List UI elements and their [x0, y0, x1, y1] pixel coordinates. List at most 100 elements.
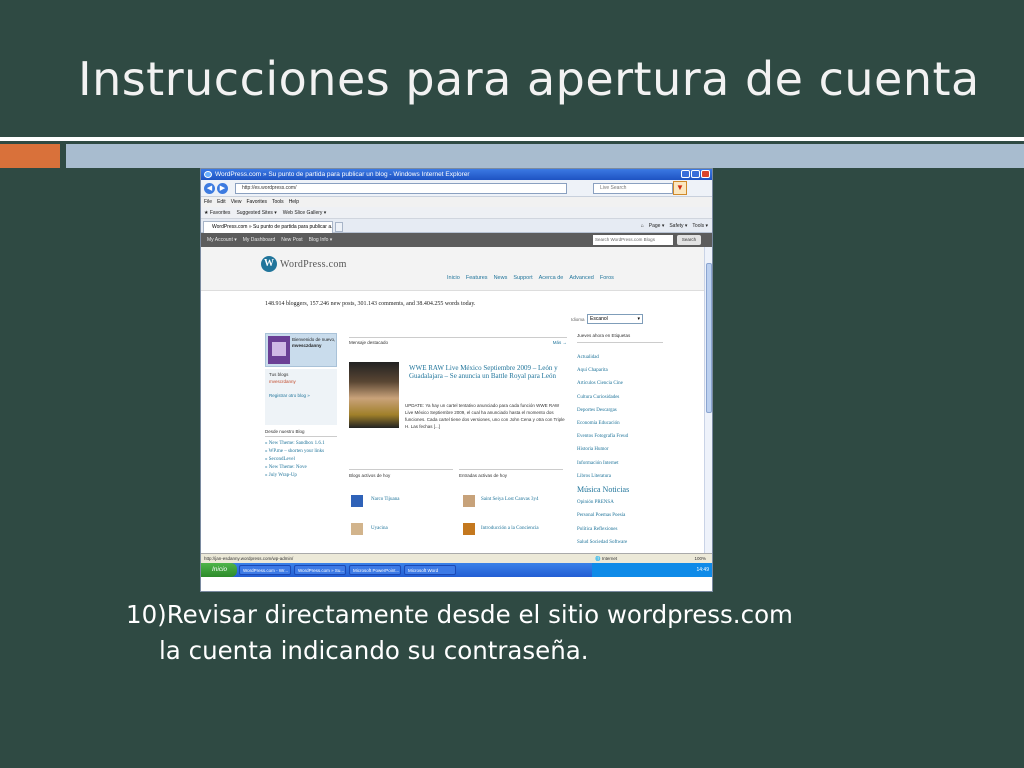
close-icon[interactable]: [701, 170, 710, 178]
wp-my-dashboard[interactable]: My Dashboard: [243, 233, 276, 247]
wp-my-account[interactable]: My Account ▾: [207, 233, 237, 247]
menu-help[interactable]: Help: [289, 197, 299, 207]
tus-blogs-box: Tus blogs mvescrdanny Registrar otro blo…: [265, 369, 337, 425]
browser-titlebar: WordPress.com » Su punto de partida para…: [201, 169, 712, 180]
tag-line[interactable]: Personal Poemas Poesía: [577, 509, 663, 522]
start-button[interactable]: Inicio: [201, 563, 237, 577]
favorites-bar: ★ Favorites Suggested Sites ▾ Web Slice …: [201, 207, 712, 219]
wp-nav-news[interactable]: News: [494, 275, 508, 281]
avatar[interactable]: [268, 336, 290, 364]
tus-blogs-label: Tus blogs: [269, 372, 289, 377]
featured-excerpt: UPDATE: Ya hay un cartel tentativo anunc…: [405, 403, 565, 429]
wp-nav-acerca[interactable]: Acerca de: [539, 275, 564, 281]
favorites-button[interactable]: ★ Favorites: [204, 207, 230, 218]
entry-thumbnail[interactable]: [463, 495, 475, 507]
browser-tab[interactable]: WordPress.com » Su punto de partida para…: [203, 221, 333, 233]
new-tab-button[interactable]: [335, 222, 343, 232]
list-item[interactable]: » New Theme: Sandbox 1.6.1: [265, 440, 337, 448]
browser-screenshot: WordPress.com » Su punto de partida para…: [200, 168, 713, 592]
chevron-down-icon: ▾: [637, 316, 640, 322]
taskbar-item[interactable]: Microsoft PowerPoint...: [349, 565, 401, 575]
tag-line[interactable]: Aquí Chaparita: [577, 364, 663, 377]
tag-line[interactable]: Salud Sociedad Software: [577, 536, 663, 549]
taskbar-item[interactable]: WordPress.com - Wr...: [239, 565, 291, 575]
minimize-icon[interactable]: [681, 170, 690, 178]
featured-image[interactable]: [349, 362, 399, 428]
suggested-sites[interactable]: Suggested Sites ▾: [236, 207, 276, 218]
step-line-2: la cuenta indicando su contraseña.: [159, 636, 589, 665]
wp-search-input[interactable]: Search WordPress.com Blogs: [593, 235, 673, 245]
clock: 14:49: [696, 567, 709, 573]
tag-line[interactable]: Actualidad: [577, 351, 663, 364]
list-item[interactable]: » July Wrap-Up: [265, 472, 337, 480]
live-search-input[interactable]: Live Search: [593, 183, 673, 194]
tag-line[interactable]: Deportes Descargas: [577, 404, 663, 417]
maximize-icon[interactable]: [691, 170, 700, 178]
wp-blog-info[interactable]: Blog Info ▾: [309, 233, 333, 247]
wp-admin-bar: My Account ▾ My Dashboard New Post Blog …: [201, 233, 712, 247]
list-item[interactable]: » New Theme: Nove: [265, 464, 337, 472]
tag-line[interactable]: Libros Literatura: [577, 470, 663, 483]
tag-cloud: Actualidad Aquí Chaparita Artículos Cien…: [577, 351, 663, 549]
page-menu[interactable]: Page ▾: [649, 219, 665, 233]
menu-view[interactable]: View: [231, 197, 242, 207]
wordpress-logo-text[interactable]: WordPress.com: [280, 259, 347, 270]
tag-line[interactable]: Economía Educación: [577, 417, 663, 430]
wp-nav-features[interactable]: Features: [466, 275, 488, 281]
menu-edit[interactable]: Edit: [217, 197, 226, 207]
tag-line[interactable]: Opinión PRENSA: [577, 496, 663, 509]
tag-line[interactable]: Artículos Ciencia Cine: [577, 377, 663, 390]
step-line-1: 10)Revisar directamente desde el sitio w…: [126, 600, 793, 629]
web-slice-gallery[interactable]: Web Slice Gallery ▾: [283, 207, 327, 218]
wp-search-button[interactable]: Search: [677, 235, 701, 245]
tag-line[interactable]: Cultura Curiosidades: [577, 391, 663, 404]
blog-link[interactable]: mvescrdanny: [269, 378, 333, 385]
tag-line[interactable]: Información Internet: [577, 457, 663, 470]
idioma-select[interactable]: Escanol ▾: [587, 314, 643, 324]
blog-activo-item[interactable]: Uyacina: [371, 526, 388, 531]
username[interactable]: mvesczdanny: [292, 343, 322, 348]
more-link[interactable]: Más →: [553, 340, 567, 345]
safety-menu[interactable]: Safety ▾: [669, 219, 687, 233]
tag-line[interactable]: Historia Humor: [577, 443, 663, 456]
wp-new-post[interactable]: New Post: [281, 233, 302, 247]
tag-line[interactable]: Música Noticias: [577, 483, 663, 496]
register-blog-link[interactable]: Registrar otro blog »: [269, 392, 333, 399]
menu-file[interactable]: File: [204, 197, 212, 207]
wp-nav-advanced[interactable]: Advanced: [569, 275, 593, 281]
forward-arrow-icon[interactable]: ▶: [217, 183, 228, 194]
back-arrow-icon[interactable]: ◀: [204, 183, 215, 194]
taskbar-item[interactable]: WordPress.com » Su...: [294, 565, 346, 575]
tag-line[interactable]: Política Reflexiones: [577, 523, 663, 536]
tools-menu[interactable]: Tools ▾: [692, 219, 708, 233]
greeting: Bienvenido de nuevo,: [292, 337, 336, 342]
blog-thumbnail[interactable]: [351, 523, 363, 535]
wordpress-logo-icon[interactable]: W: [261, 256, 277, 272]
tag-line[interactable]: Eventos Fotografía Freud: [577, 430, 663, 443]
windows-taskbar: Inicio WordPress.com - Wr... WordPress.c…: [201, 563, 712, 577]
ie-icon: [204, 171, 212, 178]
list-item[interactable]: » WP.me – shorten your links: [265, 448, 337, 456]
wp-nav-support[interactable]: Support: [513, 275, 532, 281]
list-item[interactable]: » SecondLevel: [265, 456, 337, 464]
menu-favorites[interactable]: Favorites: [246, 197, 267, 207]
address-bar[interactable]: http://es.wordpress.com/: [235, 183, 567, 194]
wp-nav-inicio[interactable]: Inicio: [447, 275, 460, 281]
wp-nav-foros[interactable]: Foros: [600, 275, 614, 281]
blog-thumbnail[interactable]: [351, 495, 363, 507]
entry-thumbnail[interactable]: [463, 523, 475, 535]
taskbar-item[interactable]: Microsoft Word: [404, 565, 456, 575]
entrada-activa-item[interactable]: Saint Seiya Lost Canvas 3y4: [481, 497, 539, 502]
divider-line: [0, 137, 1024, 141]
entrada-activa-item[interactable]: Introducción a la Conciencia: [481, 526, 539, 531]
vertical-scrollbar[interactable]: [704, 247, 712, 553]
wp-stats: 148.914 bloggers, 157.246 new posts, 301…: [265, 301, 476, 307]
featured-label: Mensaje destacado Más →: [349, 340, 567, 345]
featured-title[interactable]: WWE RAW Live México Septiembre 2009 – Le…: [409, 364, 565, 380]
wp-nav: Inicio Features News Support Acerca de A…: [447, 275, 614, 281]
home-icon[interactable]: ⌂: [641, 219, 644, 233]
blog-activo-item[interactable]: Narco Tijuana: [371, 497, 399, 502]
menu-tools[interactable]: Tools: [272, 197, 284, 207]
scroll-thumb[interactable]: [706, 263, 712, 413]
status-bar: http://jan-esdanny.wordpress.com/wp-admi…: [201, 553, 712, 563]
